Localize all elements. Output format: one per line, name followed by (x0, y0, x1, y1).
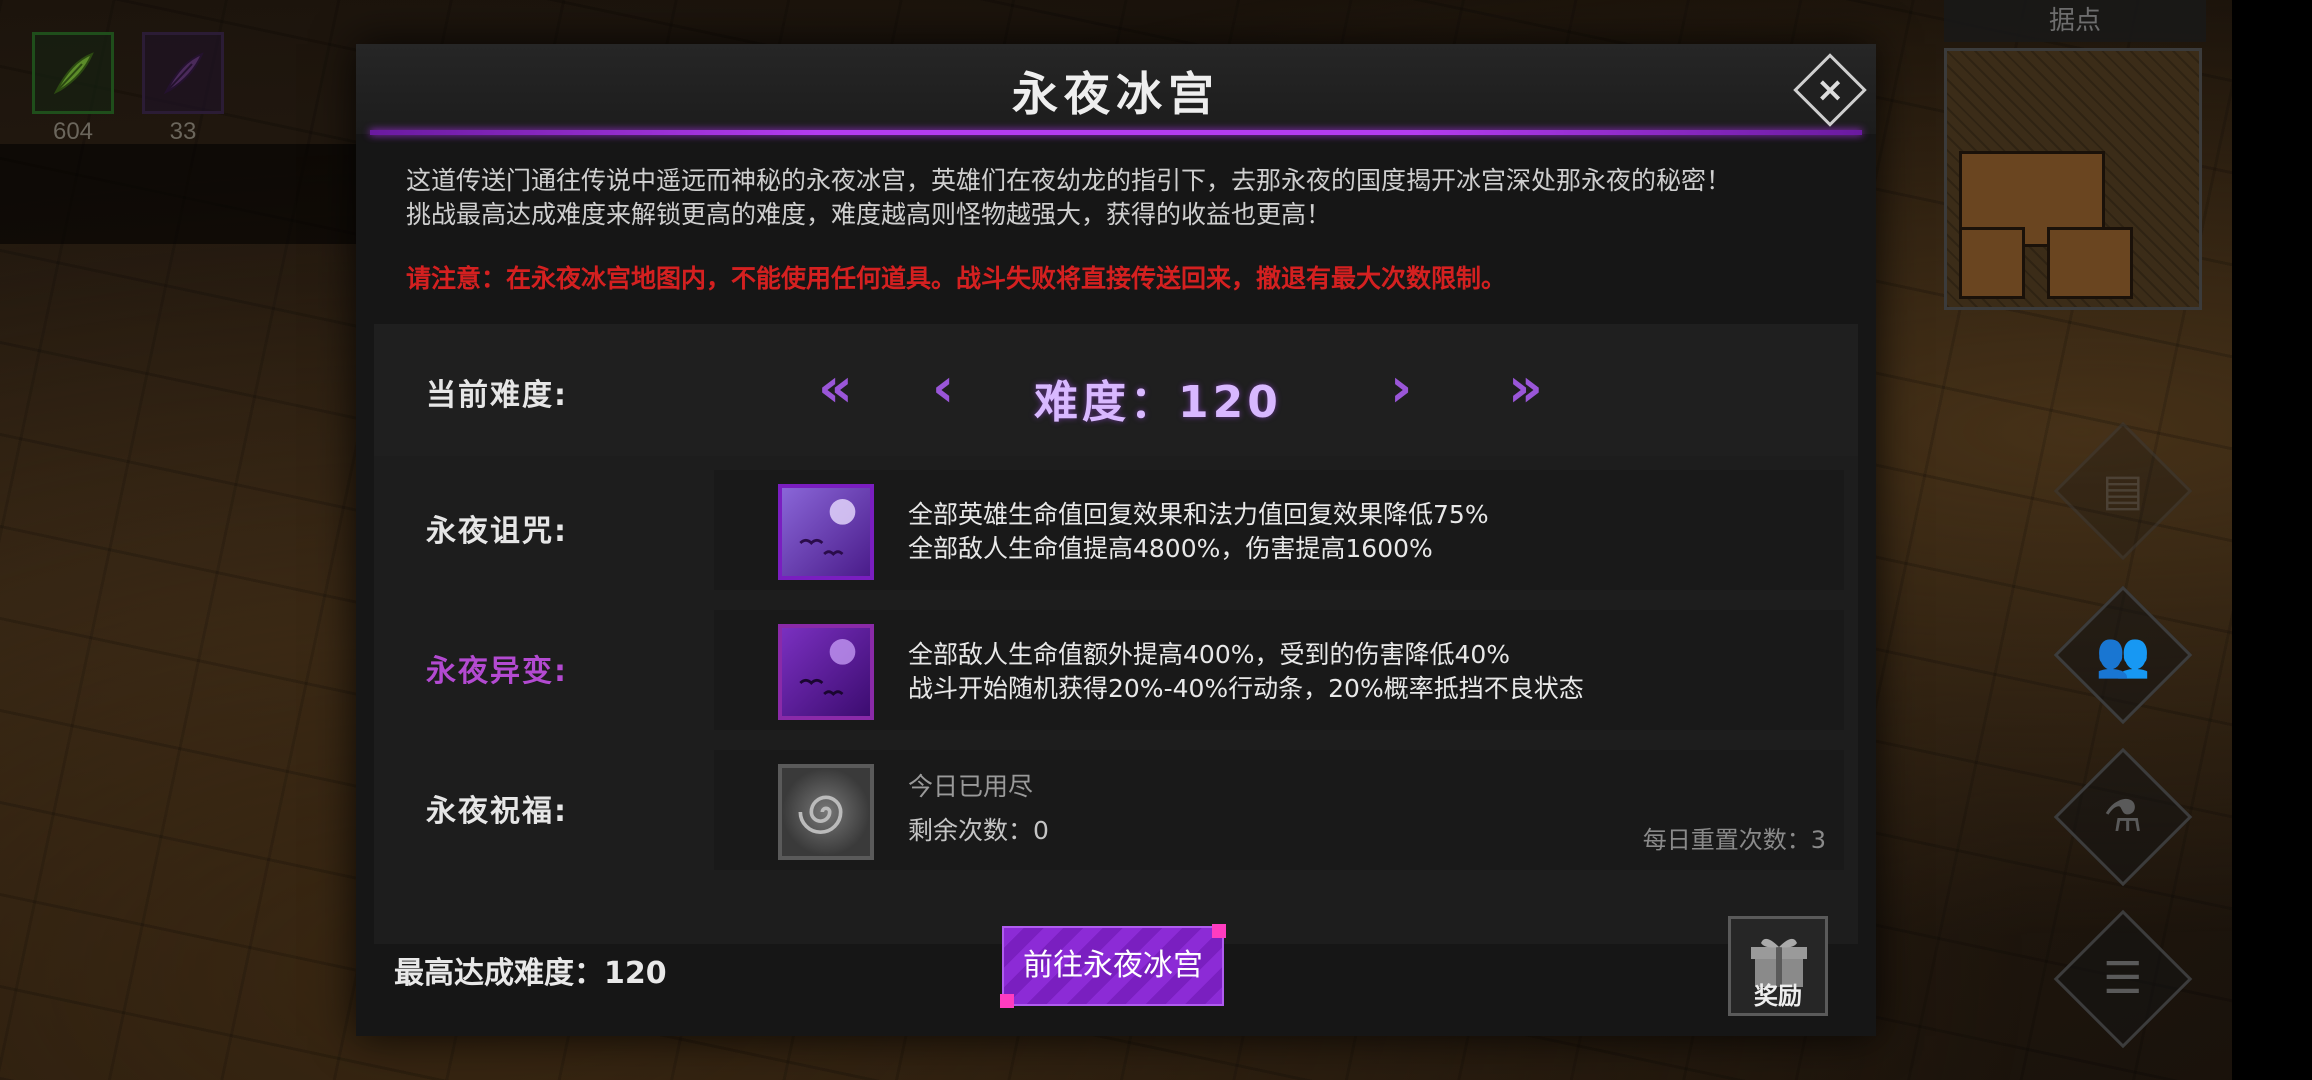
item-slot-shadow-feather[interactable] (142, 32, 224, 114)
minimap-room (1959, 227, 2025, 299)
heroes-icon: 👥 (2095, 628, 2151, 680)
difficulty-decrease-button[interactable]: ‹ (932, 361, 954, 415)
difficulty-row: 当前难度: « ‹ 难度：120 › » (374, 324, 1858, 456)
difficulty-increase-button[interactable]: › (1390, 361, 1412, 415)
screen-edge (2232, 0, 2312, 1080)
go-to-ice-palace-button[interactable]: 前往永夜冰宫 (1000, 924, 1226, 1008)
curse-effect-line: 全部敌人生命值提高4800%，伤害提高1600% (908, 534, 1433, 563)
minimap[interactable] (1944, 48, 2202, 310)
scroll-icon: ▤ (2102, 464, 2144, 516)
blessing-status: 今日已用尽 (908, 772, 1034, 801)
mutation-row: 永夜异变: 全部敌人生命值额外提高400%，受到的伤害降低40% 战斗开始随机获… (374, 604, 1858, 736)
dialog-header: 永夜冰宫 (356, 44, 1876, 134)
difficulty-label: 当前难度: (426, 378, 568, 413)
mutation-label: 永夜异变: (426, 654, 568, 689)
description-line: 挑战最高达成难度来解锁更高的难度，难度越高则怪物越强大，获得的收益也更高！ (406, 200, 1332, 229)
dialog-title: 永夜冰宫 (1012, 67, 1220, 121)
feather-icon (53, 52, 94, 95)
reward-label: 奖励 (1754, 982, 1802, 1010)
reward-button[interactable]: 奖励 (1728, 916, 1828, 1016)
settings-panel: 当前难度: « ‹ 难度：120 › » 永夜诅咒: 全部英雄生命值回复效果和法… (374, 324, 1858, 944)
max-difficulty-reached: 最高达成难度：120 (394, 956, 667, 991)
item-count-shadow-feather: 33 (169, 118, 197, 145)
mutation-effect-line: 全部敌人生命值额外提高400%，受到的伤害降低40% (908, 640, 1511, 669)
dialog-description: 这道传送门通往传说中遥远而神秘的永夜冰宫，英雄们在夜幼龙的指引下，去那永夜的国度… (406, 164, 1846, 232)
header-divider (370, 130, 1862, 135)
potion-icon: ⚗ (2103, 790, 2143, 842)
mutation-moon-icon[interactable] (778, 624, 874, 720)
shadow-feather-icon (163, 52, 204, 95)
difficulty-max-button[interactable]: » (1508, 361, 1543, 415)
difficulty-value: 难度：120 (1034, 377, 1282, 428)
item-slot-feather[interactable] (32, 32, 114, 114)
menu-list-icon: ☰ (2103, 952, 2143, 1004)
curse-moon-icon[interactable] (778, 484, 874, 580)
blessing-status-group: 今日已用尽 剩余次数：0 (908, 770, 1049, 848)
mutation-effect-line: 战斗开始随机获得20%-40%行动条，20%概率抵挡不良状态 (908, 674, 1584, 703)
blessing-swirl-icon[interactable] (778, 764, 874, 860)
eternal-night-ice-palace-dialog: 永夜冰宫 × 这道传送门通往传说中遥远而神秘的永夜冰宫，英雄们在夜幼龙的指引下，… (356, 44, 1876, 1036)
description-line: 这道传送门通往传说中遥远而神秘的永夜冰宫，英雄们在夜幼龙的指引下，去那永夜的国度… (406, 166, 1732, 195)
blessing-row: 永夜祝福: 今日已用尽 剩余次数：0 每日重置次数：3 (374, 744, 1858, 876)
curse-effect-line: 全部英雄生命值回复效果和法力值回复效果降低75% (908, 500, 1489, 529)
close-icon: × (1815, 70, 1845, 110)
warning-text: 请注意：在永夜冰宫地图内，不能使用任何道具。战斗失败将直接传送回来，撤退有最大次… (406, 264, 1507, 293)
mutation-effects: 全部敌人生命值额外提高400%，受到的伤害降低40% 战斗开始随机获得20%-4… (908, 638, 1584, 706)
minimap-title: 据点 (1944, 0, 2206, 42)
hud-band (0, 144, 380, 244)
difficulty-min-button[interactable]: « (818, 361, 853, 415)
daily-reset-count: 每日重置次数：3 (1642, 826, 1826, 854)
blessing-remaining: 剩余次数：0 (908, 816, 1049, 845)
curse-label: 永夜诅咒: (426, 514, 568, 549)
curse-row: 永夜诅咒: 全部英雄生命值回复效果和法力值回复效果降低75% 全部敌人生命值提高… (374, 464, 1858, 596)
minimap-room (2047, 227, 2133, 299)
blessing-label: 永夜祝福: (426, 794, 568, 829)
curse-effects: 全部英雄生命值回复效果和法力值回复效果降低75% 全部敌人生命值提高4800%，… (908, 498, 1489, 566)
item-count-feather: 604 (52, 118, 94, 145)
